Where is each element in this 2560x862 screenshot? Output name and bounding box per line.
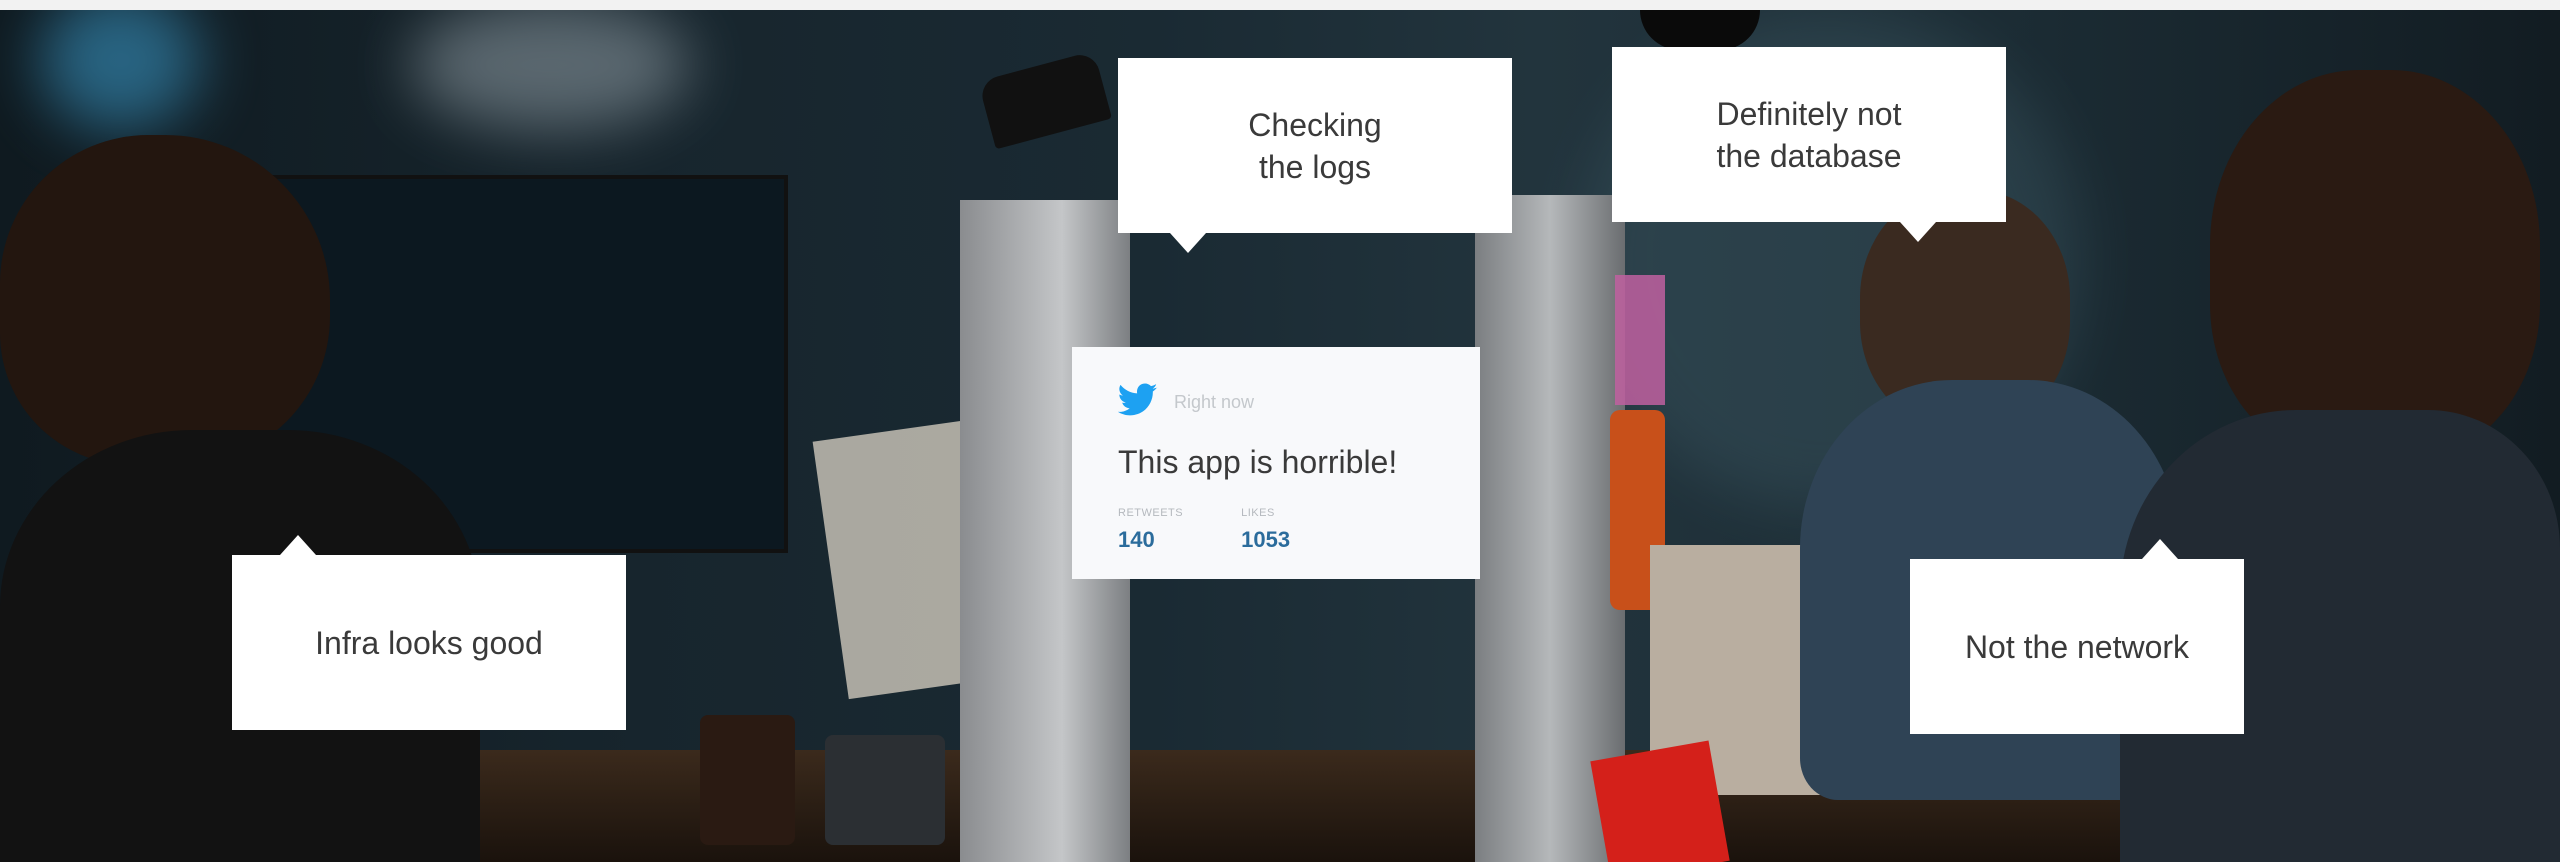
tweet-text: This app is horrible! [1118, 444, 1398, 480]
retweets-count: 140 [1118, 527, 1155, 552]
sticky-note [1615, 275, 1665, 405]
blurred-screen-light [40, 10, 200, 130]
callout-logs-line-2: the logs [1258, 148, 1372, 185]
callout-infra-text: Infra looks good [315, 624, 543, 661]
mug [825, 735, 945, 845]
retweets-label: RETWEETS [1118, 507, 1184, 519]
tweet-stats: RETWEETS 140 LIKES 1053 [1118, 507, 1436, 553]
retweets-stat: RETWEETS 140 [1118, 507, 1183, 553]
twitter-bird-icon [1117, 383, 1158, 422]
likes-count: 1053 [1241, 527, 1291, 552]
callout-db-line-2: the database [1716, 137, 1902, 174]
likes-stat: LIKES 1053 [1241, 507, 1290, 553]
person-left-head [0, 135, 330, 465]
red-object [1590, 740, 1730, 862]
desk-lamp [977, 50, 1113, 150]
slide: Checking the logs Definitely not the dat… [0, 0, 2560, 862]
likes-label: LIKES [1241, 507, 1275, 519]
callout-db-line-1: Definitely not [1716, 95, 1902, 132]
coffee-cup [700, 715, 795, 845]
person-right-head [2210, 70, 2540, 460]
callout-logs-line-1: Checking [1248, 106, 1382, 143]
tweet-card: Right now This app is horrible! RETWEETS… [1072, 347, 1480, 579]
callout-infra-good: Infra looks good [232, 535, 626, 730]
callout-checking-logs: Checking the logs [1118, 58, 1512, 253]
callout-not-database: Definitely not the database [1612, 47, 2006, 242]
blurred-ceiling-light [410, 10, 690, 130]
tweet-timestamp: Right now [1174, 392, 1255, 412]
callout-network-text: Not the network [1964, 628, 2190, 665]
tweet-header: Right now [1117, 383, 1436, 422]
callout-not-network: Not the network [1910, 539, 2244, 734]
